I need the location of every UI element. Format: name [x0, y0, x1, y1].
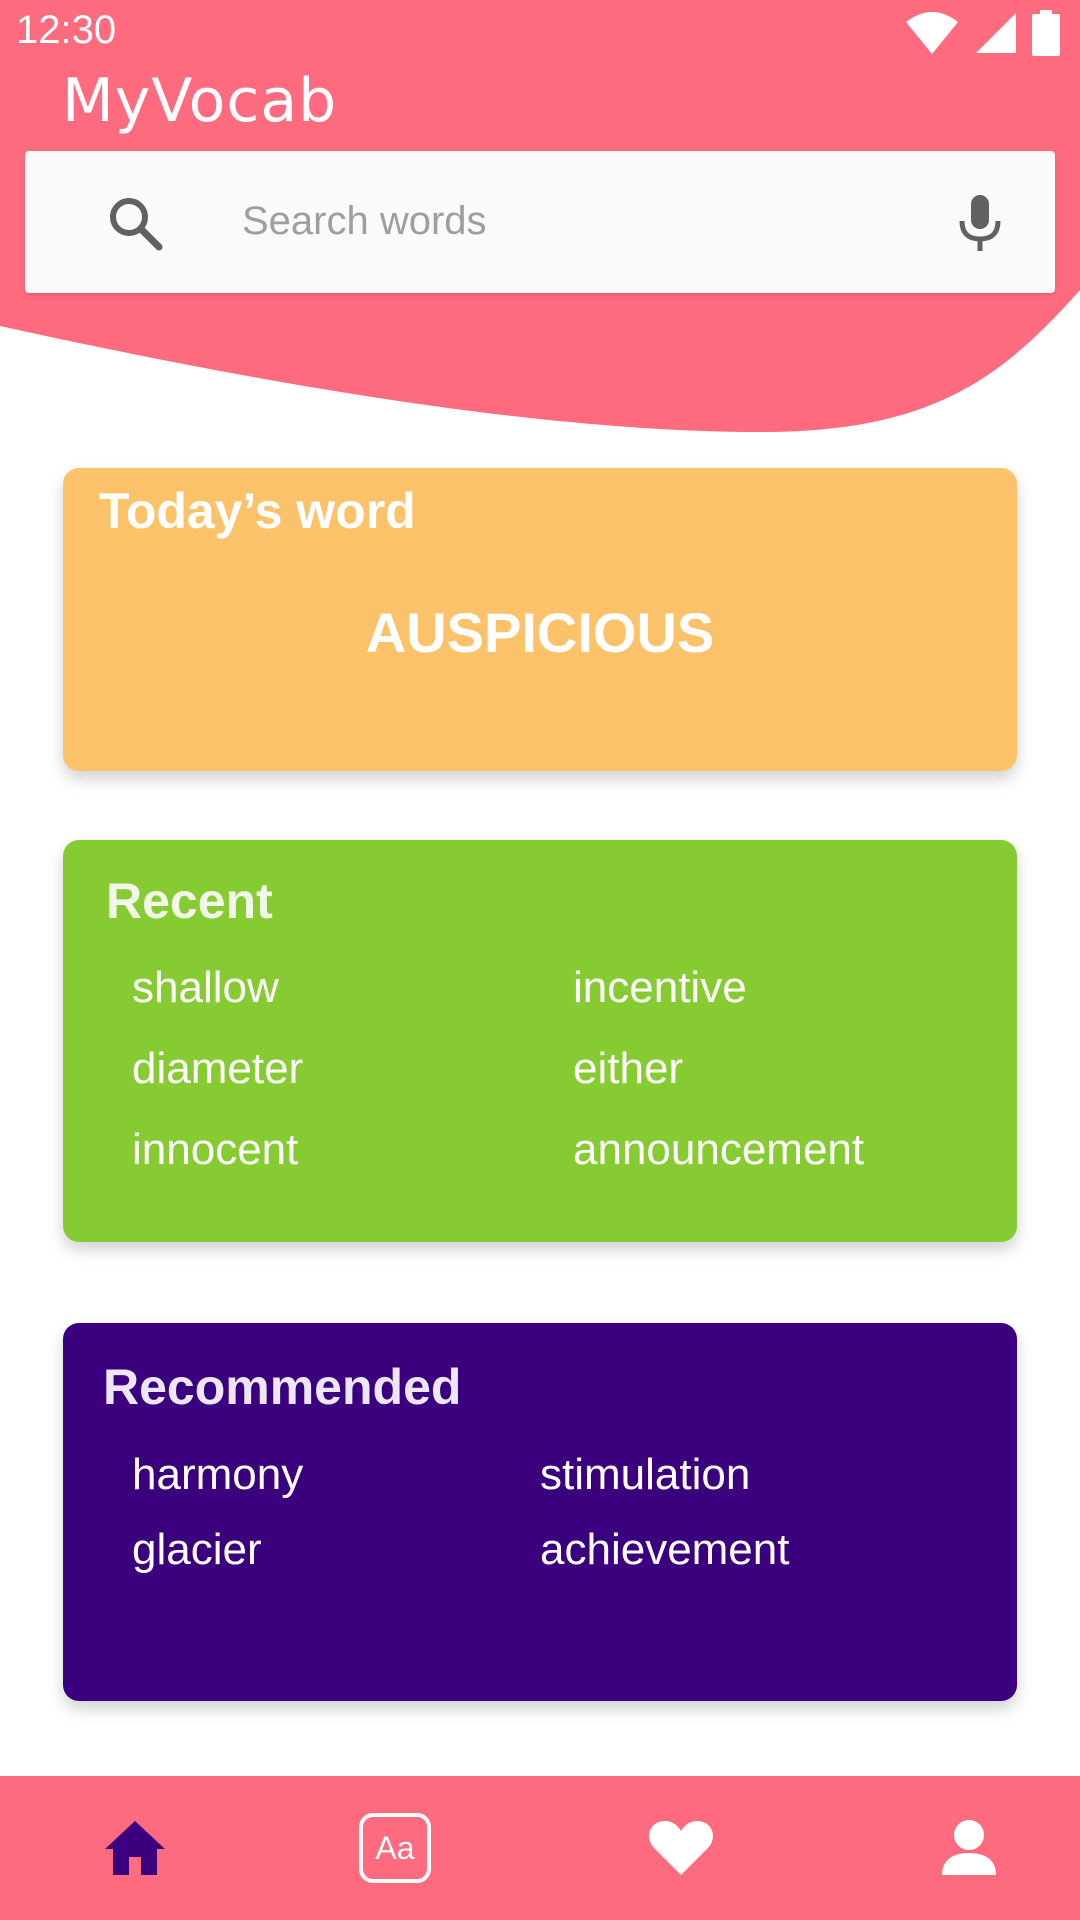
- mic-icon[interactable]: [950, 193, 1010, 253]
- nav-profile[interactable]: [834, 1776, 1080, 1920]
- bottom-navigation: Aa: [0, 1776, 1080, 1920]
- home-icon: [105, 1821, 165, 1875]
- status-time: 12:30: [16, 8, 117, 52]
- recent-word[interactable]: diameter: [132, 1044, 303, 1094]
- battery-icon: [1032, 10, 1060, 56]
- status-icons: [904, 10, 1060, 56]
- todays-word-card[interactable]: Today’s word AUSPICIOUS: [63, 468, 1017, 771]
- home-screen: 12:30 MyVocab Today’s word: [0, 0, 1080, 1920]
- wifi-icon: [906, 12, 958, 54]
- nav-dictionary[interactable]: Aa: [260, 1776, 530, 1920]
- recent-title: Recent: [106, 873, 273, 929]
- recent-word[interactable]: announcement: [573, 1125, 864, 1175]
- dictionary-icon-text: Aa: [375, 1829, 415, 1866]
- status-bar: 12:30: [0, 0, 1080, 64]
- recent-card: Recent shallow incentive diameter either…: [63, 840, 1017, 1242]
- nav-home[interactable]: [0, 1776, 270, 1920]
- recent-word[interactable]: innocent: [132, 1125, 298, 1175]
- search-bar[interactable]: [25, 151, 1055, 293]
- todays-word-title: Today’s word: [99, 483, 416, 539]
- search-input[interactable]: [215, 171, 989, 271]
- recommended-word[interactable]: stimulation: [540, 1450, 750, 1500]
- recent-word[interactable]: shallow: [132, 963, 279, 1013]
- recent-word[interactable]: incentive: [573, 963, 747, 1013]
- recommended-title: Recommended: [103, 1359, 462, 1415]
- heart-icon: [649, 1821, 713, 1875]
- cell-signal-icon: [976, 13, 1016, 53]
- app-title: MyVocab: [62, 66, 338, 136]
- recommended-word[interactable]: achievement: [540, 1525, 789, 1575]
- dictionary-icon: Aa: [359, 1813, 431, 1883]
- search-icon[interactable]: [105, 193, 165, 253]
- recommended-word[interactable]: harmony: [132, 1450, 303, 1500]
- recommended-word[interactable]: glacier: [132, 1525, 262, 1575]
- todays-word[interactable]: AUSPICIOUS: [63, 600, 1017, 665]
- recent-word[interactable]: either: [573, 1044, 683, 1094]
- recommended-card: Recommended harmony stimulation glacier …: [63, 1323, 1017, 1701]
- profile-icon: [942, 1820, 996, 1875]
- nav-favorites[interactable]: [546, 1776, 816, 1920]
